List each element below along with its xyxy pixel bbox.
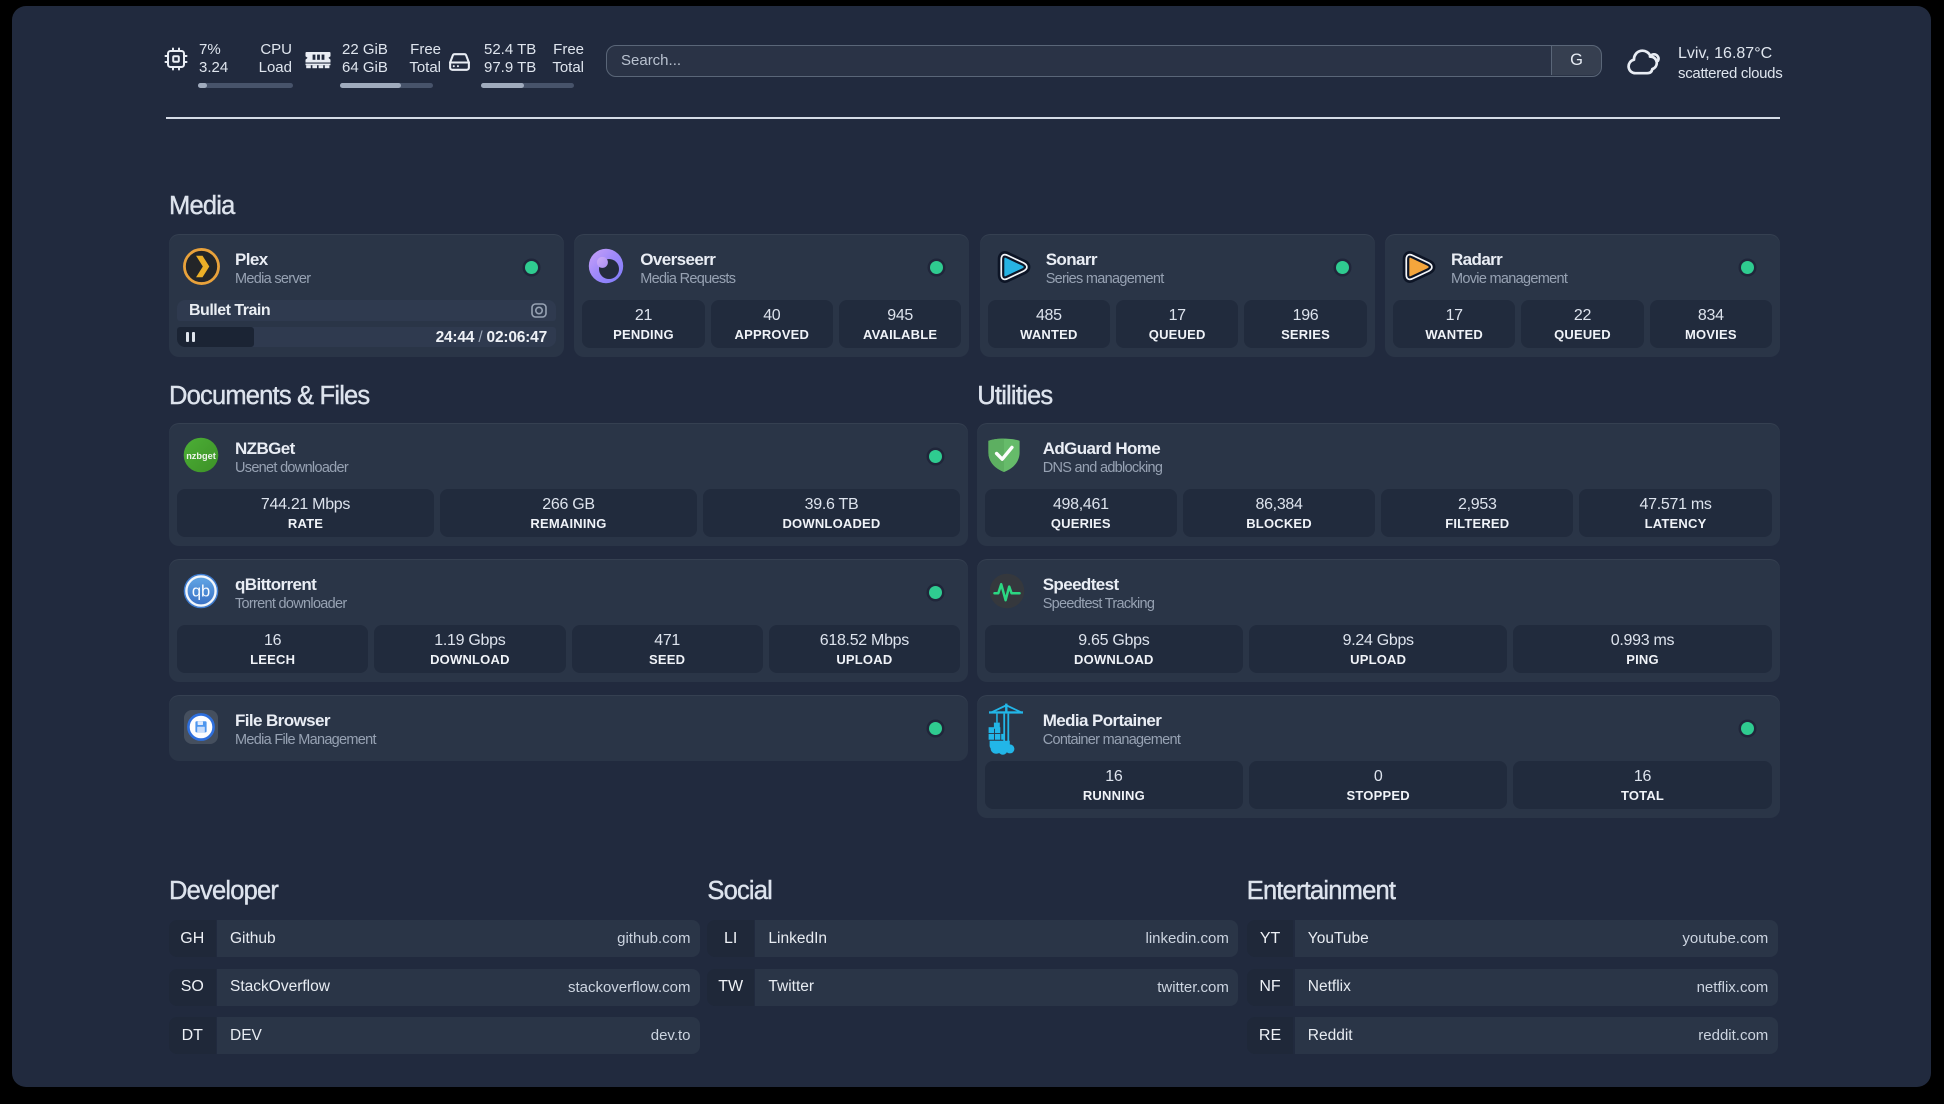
svg-text:nzbget: nzbget [186,451,216,461]
svg-text:qb: qb [192,583,210,601]
